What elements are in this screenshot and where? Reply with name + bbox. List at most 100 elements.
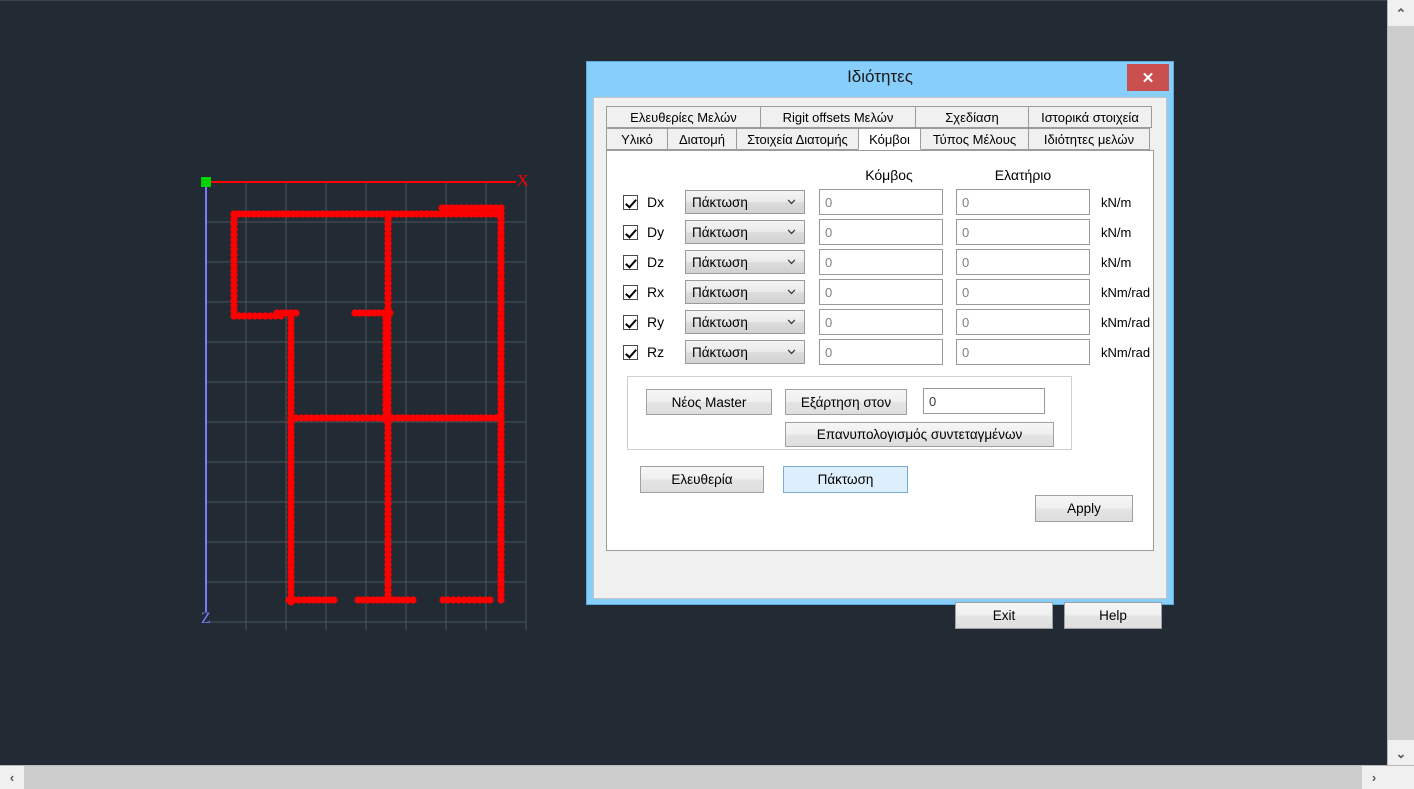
dof-condition-select-ry[interactable]: Πάκτωση	[685, 310, 805, 334]
tab-panel-nodes: Κόμβος Ελατήριο Dx Πάκτωση kN/m Dy Πάκτωση kN…	[606, 150, 1154, 551]
grid-lines	[206, 182, 527, 630]
chevron-up-icon: ⌃	[1395, 5, 1407, 21]
tab-label: Ελευθερίες Μελών	[630, 109, 737, 125]
apply-button[interactable]: Apply	[1035, 495, 1133, 522]
dof-checkbox-dy[interactable]	[623, 224, 638, 240]
column-header-node: Κόμβος	[865, 167, 913, 183]
tab-row-lower: Υλικό Διατομή Στοιχεία Διατομής Κόμβοι Τύπος…	[606, 128, 1154, 150]
unit-label: kN/m	[1101, 254, 1132, 270]
dof-label: Rz	[647, 344, 665, 360]
dof-condition-value: Πάκτωση	[692, 224, 748, 240]
spring-value-input-dz[interactable]	[956, 249, 1090, 275]
tab-5[interactable]: Ιδιότητες μελών	[1028, 128, 1150, 150]
chevron-down-icon: ⌄	[1395, 745, 1407, 761]
dialog-body: Ελευθερίες Μελών Rigit offsets Μελών Σχεδί…	[593, 97, 1167, 629]
chevron-down-icon	[787, 199, 796, 205]
scroll-left-button[interactable]: ‹	[0, 766, 24, 789]
dof-condition-select-rx[interactable]: Πάκτωση	[685, 280, 805, 304]
node-value-input-rz[interactable]	[819, 339, 943, 365]
dof-row: Dy Πάκτωση kN/m	[623, 219, 1131, 245]
tab-3[interactable]: Κόμβοι	[858, 128, 921, 150]
tab-3[interactable]: Ιστορικά στοιχεία	[1028, 106, 1152, 128]
dof-condition-value: Πάκτωση	[692, 344, 748, 360]
scrollbar-corner	[1386, 766, 1414, 789]
dof-row: Rz Πάκτωση kNm/rad	[623, 339, 1150, 365]
dof-checkbox-rz[interactable]	[623, 344, 638, 360]
dof-condition-select-dy[interactable]: Πάκτωση	[685, 220, 805, 244]
unit-label: kN/m	[1101, 224, 1132, 240]
horizontal-scroll-track[interactable]	[24, 766, 1362, 789]
tab-label: Rigit offsets Μελών	[782, 109, 894, 125]
tab-label: Σχεδίαση	[945, 109, 999, 125]
spring-value-input-ry[interactable]	[956, 309, 1090, 335]
spring-value-input-rz[interactable]	[956, 339, 1090, 365]
chevron-down-icon	[787, 229, 796, 235]
node-value-input-ry[interactable]	[819, 309, 943, 335]
spring-value-input-dy[interactable]	[956, 219, 1090, 245]
scroll-down-button[interactable]: ⌄	[1388, 740, 1414, 766]
exit-button[interactable]: Exit	[955, 602, 1053, 629]
structure-nodes	[230, 204, 505, 606]
dof-checkbox-ry[interactable]	[623, 314, 638, 330]
close-icon[interactable]: ✕	[1127, 64, 1169, 91]
chevron-down-icon	[787, 319, 796, 325]
tab-label: Στοιχεία Διατομής	[747, 131, 848, 147]
tab-label: Κόμβοι	[869, 131, 910, 147]
dependency-input[interactable]	[923, 388, 1045, 414]
vertical-scrollbar[interactable]: ⌃ ⌄	[1387, 0, 1414, 766]
spring-value-input-rx[interactable]	[956, 279, 1090, 305]
fix-button[interactable]: Πάκτωση	[783, 466, 908, 493]
dof-condition-value: Πάκτωση	[692, 284, 748, 300]
unit-label: kNm/rad	[1101, 344, 1151, 360]
dof-condition-select-dz[interactable]: Πάκτωση	[685, 250, 805, 274]
node-value-input-rx[interactable]	[819, 279, 943, 305]
spring-value-input-dx[interactable]	[956, 189, 1090, 215]
horizontal-scrollbar[interactable]: ‹ ›	[0, 765, 1414, 789]
column-header-spring: Ελατήριο	[994, 167, 1052, 183]
dof-row: Dx Πάκτωση kN/m	[623, 189, 1131, 215]
master-node-group: Νέος Master Εξάρτηση στον Επανυπολογισμό…	[627, 376, 1072, 450]
chevron-down-icon	[787, 289, 796, 295]
properties-dialog: Ιδιότητες ✕ Ελευθερίες Μελών Rigit offset…	[586, 61, 1174, 629]
node-value-input-dy[interactable]	[819, 219, 943, 245]
tab-2[interactable]: Σχεδίαση	[915, 106, 1029, 128]
tab-0[interactable]: Υλικό	[606, 128, 668, 150]
tab-0[interactable]: Ελευθερίες Μελών	[606, 106, 761, 128]
tab-1[interactable]: Rigit offsets Μελών	[760, 106, 916, 128]
axis-x-label: X	[517, 173, 529, 190]
dependency-button[interactable]: Εξάρτηση στον	[785, 389, 907, 415]
unit-label: kNm/rad	[1101, 314, 1151, 330]
vertical-scroll-track[interactable]	[1388, 26, 1414, 740]
chevron-right-icon: ›	[1371, 770, 1377, 785]
dof-label: Rx	[647, 284, 665, 300]
new-master-button[interactable]: Νέος Master	[646, 389, 772, 415]
scroll-right-button[interactable]: ›	[1362, 766, 1386, 789]
tab-row-upper: Ελευθερίες Μελών Rigit offsets Μελών Σχεδί…	[606, 106, 1154, 128]
scroll-up-button[interactable]: ⌃	[1388, 0, 1414, 26]
help-button[interactable]: Help	[1064, 602, 1162, 629]
dof-label: Ry	[647, 314, 665, 330]
dof-condition-select-rz[interactable]: Πάκτωση	[685, 340, 805, 364]
tab-1[interactable]: Διατομή	[667, 128, 737, 150]
tab-4[interactable]: Τύπος Μέλους	[920, 128, 1029, 150]
tab-bar: Ελευθερίες Μελών Rigit offsets Μελών Σχεδί…	[606, 106, 1154, 150]
dof-checkbox-dx[interactable]	[623, 194, 638, 210]
tab-label: Ιστορικά στοιχεία	[1041, 109, 1139, 125]
dialog-title-bar[interactable]: Ιδιότητες ✕	[587, 62, 1173, 94]
dof-label: Dz	[647, 254, 665, 270]
dof-condition-select-dx[interactable]: Πάκτωση	[685, 190, 805, 214]
node-value-input-dz[interactable]	[819, 249, 943, 275]
dof-condition-value: Πάκτωση	[692, 314, 748, 330]
unit-label: kN/m	[1101, 194, 1132, 210]
dialog-title: Ιδιότητες	[847, 67, 913, 86]
unit-label: kNm/rad	[1101, 284, 1151, 300]
dof-condition-value: Πάκτωση	[692, 194, 748, 210]
dof-checkbox-dz[interactable]	[623, 254, 638, 270]
dof-row: Dz Πάκτωση kN/m	[623, 249, 1131, 275]
tab-2[interactable]: Στοιχεία Διατομής	[736, 128, 859, 150]
dof-checkbox-rx[interactable]	[623, 284, 638, 300]
recalculate-coordinates-button[interactable]: Επανυπολογισμός συντεταγμένων	[785, 422, 1054, 447]
node-value-input-dx[interactable]	[819, 189, 943, 215]
dof-label: Dy	[647, 224, 665, 240]
free-button[interactable]: Ελευθερία	[640, 466, 764, 493]
